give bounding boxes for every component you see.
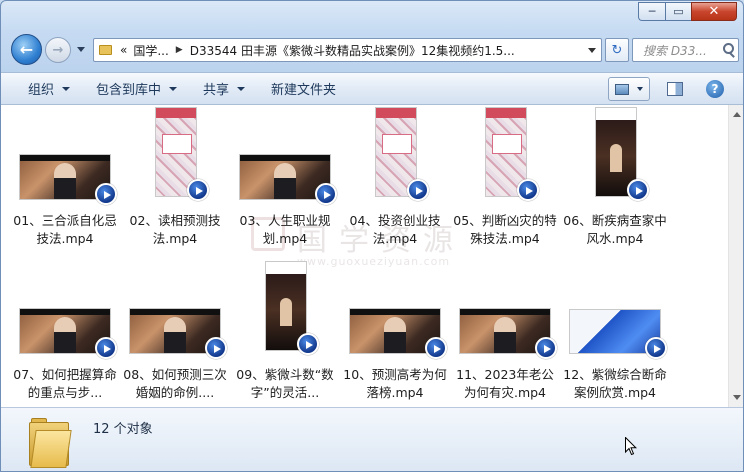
vertical-scrollbar[interactable] (728, 105, 743, 407)
file-name[interactable]: 10、预测高考为何落榜.mp4 (343, 366, 447, 402)
file-item[interactable]: 11、2023年老公为何有灾.mp4 (453, 261, 557, 411)
organize-label: 组织 (28, 83, 55, 98)
file-thumbnail[interactable] (13, 107, 117, 211)
file-item[interactable]: 05、判断凶灾的特殊技法.mp4 (453, 107, 557, 257)
details-pane: 12 个对象 (1, 407, 743, 471)
file-item[interactable]: 07、如何把握算命的重点与步... (13, 261, 117, 411)
scroll-down-icon[interactable] (733, 395, 741, 400)
file-thumbnail[interactable] (453, 261, 557, 365)
file-thumbnail[interactable] (563, 107, 667, 211)
play-badge-icon (627, 179, 649, 201)
include-in-library-label: 包含到库中 (96, 83, 162, 98)
play-badge-icon (187, 179, 209, 201)
file-item[interactable]: 12、紫微综合断命案例欣赏.mp4 (563, 261, 667, 411)
file-name[interactable]: 09、紫微斗数“数字”的灵活... (233, 366, 337, 402)
file-name[interactable]: 04、投资创业技法.mp4 (343, 212, 447, 248)
back-button[interactable]: ← (11, 34, 42, 65)
file-item[interactable]: 10、预测高考为何落榜.mp4 (343, 261, 447, 411)
file-thumbnail[interactable] (453, 107, 557, 211)
play-badge-icon (95, 337, 117, 359)
breadcrumb-overflow[interactable]: « (120, 43, 127, 57)
folder-icon (94, 39, 116, 61)
file-name[interactable]: 07、如何把握算命的重点与步... (13, 366, 117, 402)
chevron-down-icon (237, 86, 246, 91)
file-thumbnail[interactable] (343, 107, 447, 211)
item-count: 12 个对象 (93, 422, 153, 437)
preview-pane-icon[interactable] (667, 82, 683, 96)
forward-button[interactable]: → (45, 37, 71, 63)
file-thumbnail[interactable] (13, 261, 117, 365)
new-folder-label: 新建文件夹 (271, 83, 337, 98)
play-badge-icon (645, 337, 667, 359)
file-item[interactable]: 03、人生职业规划.mp4 (233, 107, 337, 257)
file-item[interactable]: 08、如何预测三次婚姻的命例.... (123, 261, 227, 411)
play-badge-icon (95, 183, 117, 205)
navigation-bar: ← → « 国学... ▶ D33544 田丰源《紫微斗数精品实战案例》12集视… (1, 31, 743, 69)
file-thumbnail[interactable] (233, 261, 337, 365)
include-in-library-menu[interactable]: 包含到库中 (83, 73, 190, 104)
file-name[interactable]: 02、读相预测技法.mp4 (123, 212, 227, 248)
file-name[interactable]: 05、判断凶灾的特殊技法.mp4 (453, 212, 557, 248)
play-badge-icon (535, 337, 557, 359)
help-icon[interactable]: ? (706, 80, 724, 98)
file-thumbnail[interactable] (123, 261, 227, 365)
breadcrumb-segment[interactable]: D33544 田丰源《紫微斗数精品实战案例》12集视频约1.5... (190, 42, 515, 59)
close-button[interactable]: ✕ (691, 2, 737, 21)
maximize-button[interactable]: ▭ (665, 2, 691, 21)
view-icon (615, 83, 629, 95)
recent-pages-dropdown[interactable] (77, 47, 85, 52)
file-name[interactable]: 12、紫微综合断命案例欣赏.mp4 (563, 366, 667, 402)
file-name[interactable]: 08、如何预测三次婚姻的命例.... (123, 366, 227, 402)
play-badge-icon (297, 333, 319, 355)
minimize-button[interactable]: ─ (638, 2, 665, 21)
breadcrumb-separator-icon[interactable]: ▶ (176, 45, 183, 55)
file-thumbnail[interactable] (123, 107, 227, 211)
play-badge-icon (315, 183, 337, 205)
address-bar[interactable]: « 国学... ▶ D33544 田丰源《紫微斗数精品实战案例》12集视频约1.… (93, 38, 602, 62)
file-name[interactable]: 11、2023年老公为何有灾.mp4 (453, 366, 557, 402)
refresh-button[interactable]: ↻ (605, 38, 629, 62)
search-box[interactable]: 搜索 D33... (632, 38, 739, 62)
caption-buttons: ─ ▭ ✕ (638, 2, 737, 21)
scroll-up-icon[interactable] (733, 112, 741, 117)
file-item[interactable]: 02、读相预测技法.mp4 (123, 107, 227, 257)
file-thumbnail[interactable] (343, 261, 447, 365)
file-thumbnail[interactable] (233, 107, 337, 211)
file-item[interactable]: 04、投资创业技法.mp4 (343, 107, 447, 257)
file-name[interactable]: 01、三合派自化忌技法.mp4 (13, 212, 117, 248)
file-item[interactable]: 01、三合派自化忌技法.mp4 (13, 107, 117, 257)
play-badge-icon (407, 179, 429, 201)
new-folder-button[interactable]: 新建文件夹 (258, 73, 349, 104)
chevron-down-icon (62, 86, 71, 91)
play-badge-icon (425, 337, 447, 359)
chevron-down-icon (169, 86, 178, 91)
file-item[interactable]: 06、断疾病查家中风水.mp4 (563, 107, 667, 257)
explorer-window: ─ ▭ ✕ ← → « 国学... ▶ D33544 田丰源《紫微斗数精品实战案… (0, 0, 744, 472)
search-input[interactable]: 搜索 D33... (643, 42, 720, 59)
address-dropdown-icon[interactable] (588, 48, 596, 53)
file-name[interactable]: 06、断疾病查家中风水.mp4 (563, 212, 667, 248)
breadcrumb-segment[interactable]: 国学... (133, 42, 168, 59)
file-list[interactable]: 国学资源 www.guoxueziyuan.com 01、三合派自化忌技法.mp… (1, 105, 728, 407)
chevron-down-icon[interactable] (637, 87, 643, 91)
command-bar: 组织 包含到库中 共享 新建文件夹 ? (1, 72, 743, 105)
play-badge-icon (517, 179, 539, 201)
file-name[interactable]: 03、人生职业规划.mp4 (233, 212, 337, 248)
breadcrumb: « 国学... ▶ D33544 田丰源《紫微斗数精品实战案例》12集视频约1.… (116, 42, 515, 59)
share-label: 共享 (203, 83, 230, 98)
change-view-button[interactable] (608, 77, 650, 101)
organize-menu[interactable]: 组织 (1, 73, 83, 104)
file-item[interactable]: 09、紫微斗数“数字”的灵活... (233, 261, 337, 411)
play-badge-icon (205, 337, 227, 359)
file-thumbnail[interactable] (563, 261, 667, 365)
share-menu[interactable]: 共享 (190, 73, 258, 104)
folder-icon (29, 418, 72, 468)
search-icon[interactable] (720, 41, 738, 59)
